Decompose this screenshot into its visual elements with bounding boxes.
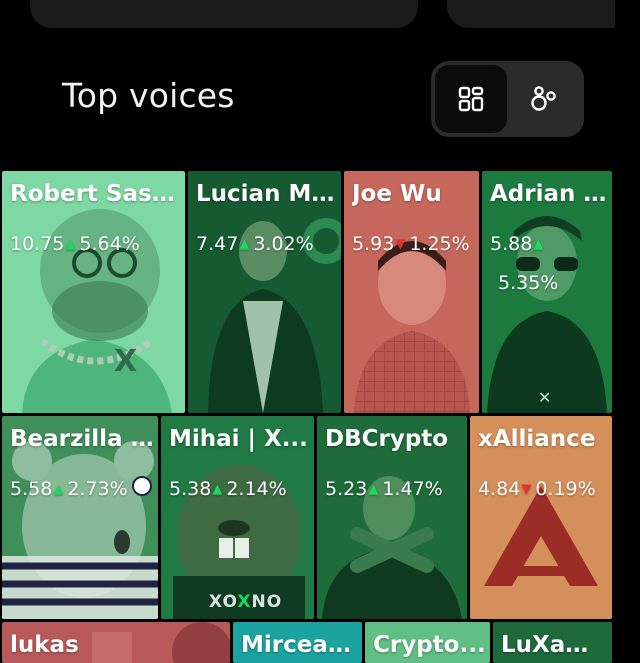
- section-title: Top voices: [62, 76, 235, 115]
- voice-tile[interactable]: Mihai | X... 5.38▲ 2.14% XOXNO: [161, 416, 314, 619]
- voice-stats: 5.58▲ 2.73%: [10, 478, 128, 500]
- voice-tile[interactable]: Lucian Mi... 7.47▲ 3.02%: [188, 171, 341, 413]
- voice-change: 1.25%: [409, 233, 470, 255]
- voice-score: 7.47: [196, 233, 239, 255]
- grid-view-button[interactable]: [435, 65, 507, 133]
- voice-change: 3.02%: [253, 233, 314, 255]
- voice-score: 5.58: [10, 478, 53, 500]
- voice-score: 4.84: [478, 478, 521, 500]
- voice-name: Adrian ...: [490, 181, 608, 207]
- voice-stats: 5.88▲: [490, 233, 547, 255]
- voice-change: 5.35%: [498, 272, 559, 294]
- voice-tile[interactable]: lukas: [2, 622, 230, 663]
- bubbles-icon: [531, 86, 556, 111]
- trend-up-icon: ▲: [212, 482, 223, 497]
- avatar-photo: [354, 241, 470, 413]
- voice-name: lukas: [10, 632, 79, 658]
- grid-icon: [458, 86, 484, 112]
- trend-up-icon: ▲: [533, 237, 544, 252]
- voice-name: Bearzilla ...: [10, 426, 154, 452]
- voice-stats: 5.23▲ 1.47%: [325, 478, 443, 500]
- voice-tile[interactable]: Crypto...: [365, 622, 490, 663]
- trend-up-icon: ▲: [239, 237, 250, 252]
- voice-name: Joe Wu: [352, 181, 442, 207]
- bubble-view-button[interactable]: [508, 65, 580, 133]
- voice-tile[interactable]: Joe Wu 5.93▼ 1.25%: [344, 171, 479, 413]
- voice-name: Mihai | X...: [169, 426, 308, 452]
- trend-down-icon: ▼: [521, 482, 532, 497]
- voice-name: xAlliance: [478, 426, 596, 452]
- voice-tile[interactable]: DBCrypto 5.23▲ 1.47%: [317, 416, 467, 619]
- voice-tile[interactable]: ✕ Adrian ... 5.88▲ 5.35%: [482, 171, 612, 413]
- top-card-right[interactable]: [447, 0, 615, 28]
- voice-tile[interactable]: LuXaW...: [493, 622, 612, 663]
- voice-tile[interactable]: Mircea ...: [233, 622, 362, 663]
- svg-text:✕: ✕: [538, 388, 551, 407]
- voice-stats: 4.84▼ 0.19%: [478, 478, 596, 500]
- voice-name: DBCrypto: [325, 426, 449, 452]
- voice-change: 2.14%: [226, 478, 287, 500]
- voice-stats: 7.47▲ 3.02%: [196, 233, 314, 255]
- shirt-logo: XOXNO: [209, 592, 283, 612]
- top-card-left[interactable]: [30, 0, 418, 28]
- svg-text:X: X: [114, 344, 137, 379]
- voice-name: Crypto...: [373, 632, 486, 658]
- avatar-illustration: X: [22, 209, 172, 413]
- voice-score: 5.93: [352, 233, 395, 255]
- voice-stats: 5.93▼ 1.25%: [352, 233, 470, 255]
- avatar-photo: [188, 171, 341, 413]
- voice-score: 5.38: [169, 478, 212, 500]
- voice-stats: 5.38▲ 2.14%: [169, 478, 287, 500]
- voice-name: Lucian Mi...: [196, 181, 337, 207]
- view-toggle: [431, 61, 584, 137]
- voice-score: 10.75: [10, 233, 65, 255]
- voice-tile[interactable]: Bearzilla ... 5.58▲ 2.73%: [2, 416, 158, 619]
- voice-stats: 10.75▲ 5.64%: [10, 233, 140, 255]
- trend-up-icon: ▲: [53, 482, 64, 497]
- voice-name: Robert Sasu...: [10, 181, 181, 207]
- voice-change: 1.47%: [382, 478, 443, 500]
- voice-change: 5.64%: [79, 233, 140, 255]
- voice-tile[interactable]: X Robert Sasu... 10.75▲ 5.64%: [2, 171, 185, 413]
- voice-score: 5.88: [490, 233, 533, 255]
- voice-tile[interactable]: xAlliance 4.84▼ 0.19%: [470, 416, 612, 619]
- voice-score: 5.23: [325, 478, 368, 500]
- trend-down-icon: ▼: [395, 237, 406, 252]
- voice-change: 2.73%: [67, 478, 128, 500]
- voice-name: LuXaW...: [501, 632, 608, 658]
- trend-up-icon: ▲: [65, 237, 76, 252]
- voice-change: 0.19%: [535, 478, 596, 500]
- trend-up-icon: ▲: [368, 482, 379, 497]
- voice-name: Mircea ...: [241, 632, 358, 658]
